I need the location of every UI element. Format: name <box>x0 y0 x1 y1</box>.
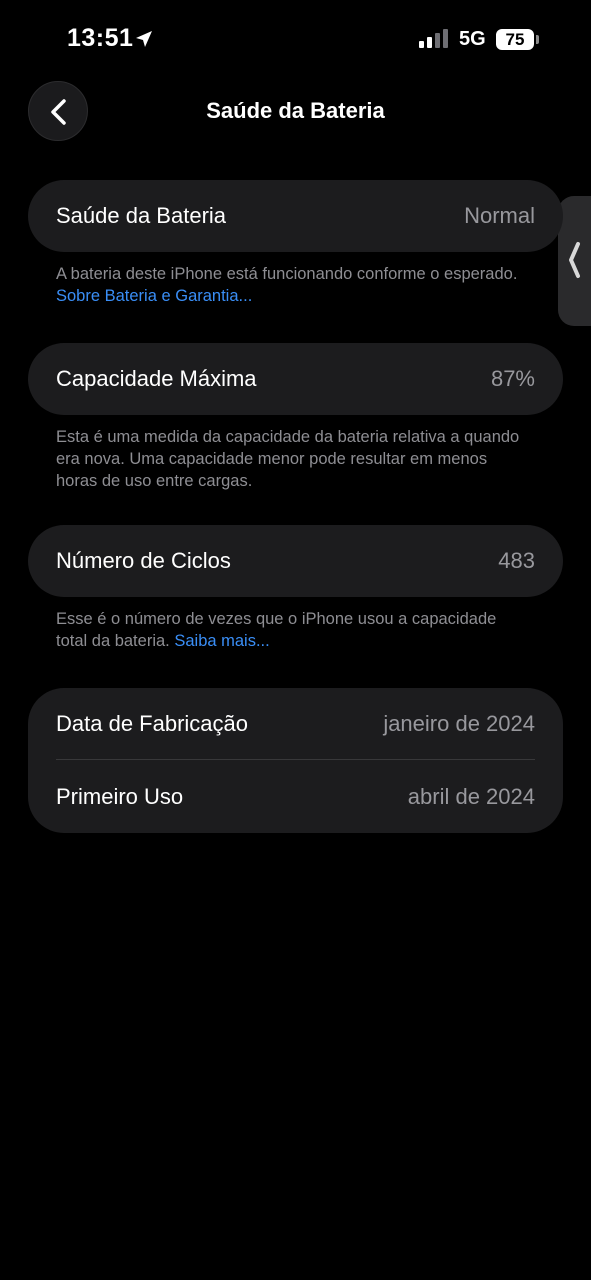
battery-health-footnote-text: A bateria deste iPhone está funcionando … <box>56 265 518 283</box>
battery-warranty-link[interactable]: Sobre Bateria e Garantia... <box>56 287 252 305</box>
cycle-count-label: Número de Ciclos <box>56 548 231 573</box>
cycle-count-value: 483 <box>498 548 535 573</box>
battery-icon: 75 <box>496 29 534 50</box>
manufacture-date-value: janeiro de 2024 <box>383 711 535 736</box>
max-capacity-footnote: Esta é uma medida da capacidade da bater… <box>56 428 520 490</box>
manufacture-date-label: Data de Fabricação <box>56 711 248 736</box>
battery-health-card[interactable]: Saúde da Bateria Normal <box>28 180 563 252</box>
cycle-count-card: Número de Ciclos 483 <box>28 525 563 597</box>
max-capacity-card: Capacidade Máxima 87% <box>28 343 563 415</box>
max-capacity-value: 87% <box>490 366 535 391</box>
location-arrow-icon <box>136 31 152 47</box>
cycle-count-footnote-text: Esse é o número de vezes que o iPhone us… <box>56 610 497 650</box>
battery-health-footnote: A bateria deste iPhone está funcionando … <box>56 263 526 307</box>
status-bar: 13:51 5G 75 <box>0 0 591 80</box>
battery-health-label: Saúde da Bateria <box>56 203 227 228</box>
signal-bars-icon <box>419 29 448 48</box>
learn-more-link[interactable]: Saiba mais... <box>174 632 269 650</box>
first-use-row: Primeiro Uso abril de 2024 <box>56 761 535 833</box>
cycle-count-row: Número de Ciclos 483 <box>56 525 535 597</box>
first-use-label: Primeiro Uso <box>56 784 184 809</box>
dates-card: Data de Fabricação janeiro de 2024 Prime… <box>28 688 563 833</box>
status-time: 13:51 <box>67 24 134 52</box>
manufacture-date-row: Data de Fabricação janeiro de 2024 <box>56 688 535 760</box>
cycle-count-footnote: Esse é o número de vezes que o iPhone us… <box>56 608 526 652</box>
chevron-left-icon <box>569 242 580 278</box>
dates-divider <box>56 759 535 760</box>
battery-health-row[interactable]: Saúde da Bateria Normal <box>56 180 535 252</box>
network-type: 5G <box>459 28 486 50</box>
battery-health-value: Normal <box>464 203 535 228</box>
max-capacity-row: Capacidade Máxima 87% <box>56 343 535 415</box>
max-capacity-label: Capacidade Máxima <box>56 366 257 391</box>
first-use-value: abril de 2024 <box>407 784 535 809</box>
page-title: Saúde da Bateria <box>206 98 385 123</box>
battery-nub <box>536 35 539 44</box>
